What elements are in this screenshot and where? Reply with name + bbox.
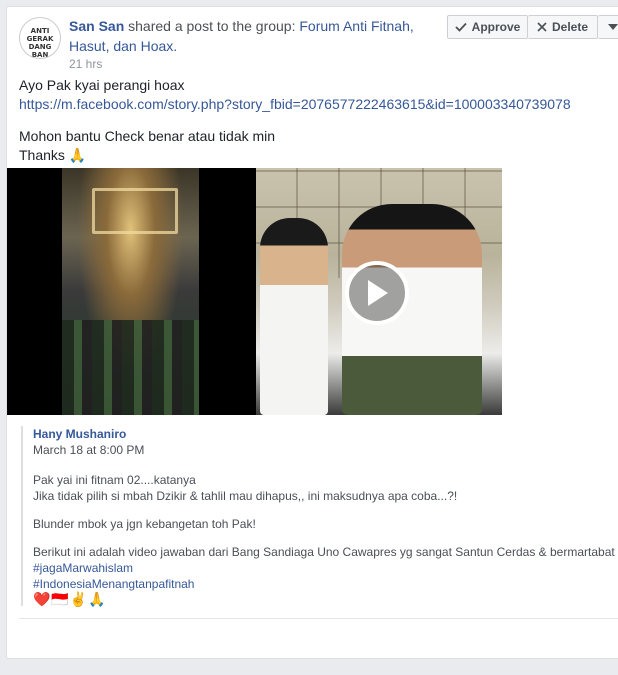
play-icon[interactable] [345, 261, 409, 325]
author-name-link[interactable]: San San [69, 18, 124, 34]
video-attachment[interactable] [7, 168, 502, 415]
hashtag-indonesiamenang[interactable]: #IndonesiaMenangtanpafitnah [33, 577, 194, 591]
avatar-logo-text: ANTI GERAK DANG BAN [23, 21, 57, 58]
close-icon [537, 22, 547, 32]
author-avatar[interactable]: ANTI GERAK DANG BAN [19, 17, 61, 59]
approve-label: Approve [471, 20, 521, 34]
shared-line1: Pak yai ini fitnam 02....katanya [33, 473, 196, 487]
post-body: Ayo Pak kyai perangi hoax https://m.face… [19, 76, 618, 165]
hashtag-jagamarwahislam[interactable]: #jagaMarwahislam [33, 561, 133, 575]
ceiling-light-shape [92, 188, 178, 234]
delete-button[interactable]: Delete [528, 15, 598, 39]
story-link[interactable]: https://m.facebook.com/story.php?story_f… [19, 96, 571, 112]
checkmark-icon [455, 22, 467, 32]
footer-divider [19, 618, 618, 619]
emoji-row: ❤️🇮🇩✌️🙏 [33, 592, 107, 608]
post-header: San San shared a post to the group: Foru… [69, 16, 439, 56]
caret-down-icon [607, 24, 618, 30]
group-post-card: ANTI GERAK DANG BAN San San shared a pos… [6, 6, 618, 659]
shared-line4: Berikut ini adalah video jawaban dari Ba… [33, 545, 615, 559]
post-text-line2: Mohon bantu Check benar atau tidak min [19, 128, 276, 144]
person-left-shape [260, 218, 328, 415]
video-thumbnail-left [62, 168, 199, 415]
play-triangle-icon [368, 280, 388, 306]
post-timestamp[interactable]: 21 hrs [69, 57, 102, 71]
approve-button[interactable]: Approve [447, 15, 528, 39]
shared-post: Hany Mushaniro March 18 at 8:00 PM Pak y… [21, 426, 618, 608]
shared-timestamp[interactable]: March 18 at 8:00 PM [33, 442, 618, 458]
shared-line2: Jika tidak pilih si mbah Dzikir & tahlil… [33, 489, 458, 503]
shared-action-text: shared a post to the group: [124, 18, 300, 34]
shared-author-link[interactable]: Hany Mushaniro [33, 426, 618, 442]
shared-text: Pak yai ini fitnam 02....katanya Jika ti… [33, 472, 618, 608]
crowd-shape [62, 320, 199, 415]
more-options-button[interactable] [598, 15, 618, 39]
shared-line3: Blunder mbok ya jgn kebangetan toh Pak! [33, 517, 256, 531]
delete-label: Delete [551, 20, 589, 34]
post-text-line1: Ayo Pak kyai perangi hoax [19, 77, 185, 93]
post-text-line3: Thanks 🙏 [19, 147, 87, 163]
